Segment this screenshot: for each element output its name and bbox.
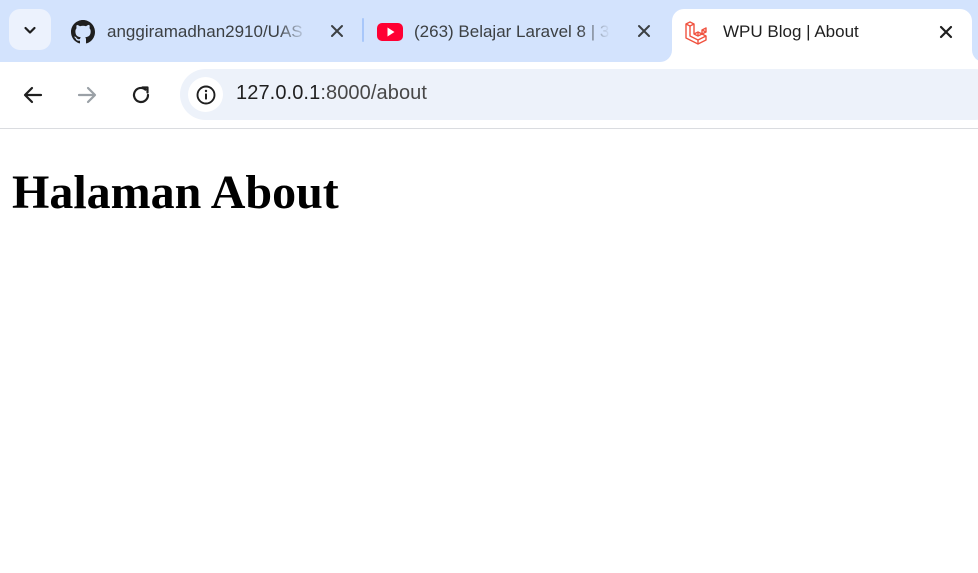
- youtube-icon: [377, 19, 403, 45]
- reload-button[interactable]: [122, 76, 160, 114]
- url-host: 127.0.0.1: [236, 82, 321, 104]
- arrow-left-icon: [23, 86, 43, 104]
- forward-button[interactable]: [68, 76, 106, 114]
- github-icon: [70, 19, 96, 45]
- info-icon: [196, 85, 215, 104]
- browser-toolbar: 127.0.0.1:8000/about: [0, 62, 978, 129]
- url-path: :8000/about: [320, 82, 428, 104]
- tab-title: (263) Belajar Laravel 8 | 3: [414, 21, 610, 41]
- tab-title: WPU Blog | About: [723, 22, 859, 41]
- address-bar[interactable]: 127.0.0.1:8000/about: [180, 69, 978, 120]
- reload-icon: [132, 86, 150, 104]
- laravel-icon: [683, 18, 711, 46]
- url-text[interactable]: 127.0.0.1:8000/about: [236, 82, 427, 105]
- close-tab-icon[interactable]: [324, 18, 350, 44]
- tab-separator: [362, 18, 364, 42]
- arrow-right-icon: [77, 86, 97, 104]
- tab-youtube[interactable]: (263) Belajar Laravel 8 | 3: [377, 9, 657, 54]
- close-tab-icon[interactable]: [933, 19, 959, 45]
- tab-search-button[interactable]: [9, 9, 51, 50]
- page-heading: Halaman About: [12, 166, 339, 219]
- close-tab-icon[interactable]: [631, 18, 657, 44]
- site-info-button[interactable]: [188, 77, 223, 112]
- tab-strip: anggiramadhan2910/UAS (263) Belajar Lara…: [0, 0, 978, 62]
- tab-active-wpu-blog[interactable]: WPU Blog | About: [672, 9, 972, 62]
- page-viewport: Halaman About: [0, 130, 978, 573]
- chevron-down-icon: [24, 26, 36, 34]
- tab-title: anggiramadhan2910/UAS: [107, 21, 303, 41]
- tab-github[interactable]: anggiramadhan2910/UAS: [70, 9, 350, 54]
- back-button[interactable]: [14, 76, 52, 114]
